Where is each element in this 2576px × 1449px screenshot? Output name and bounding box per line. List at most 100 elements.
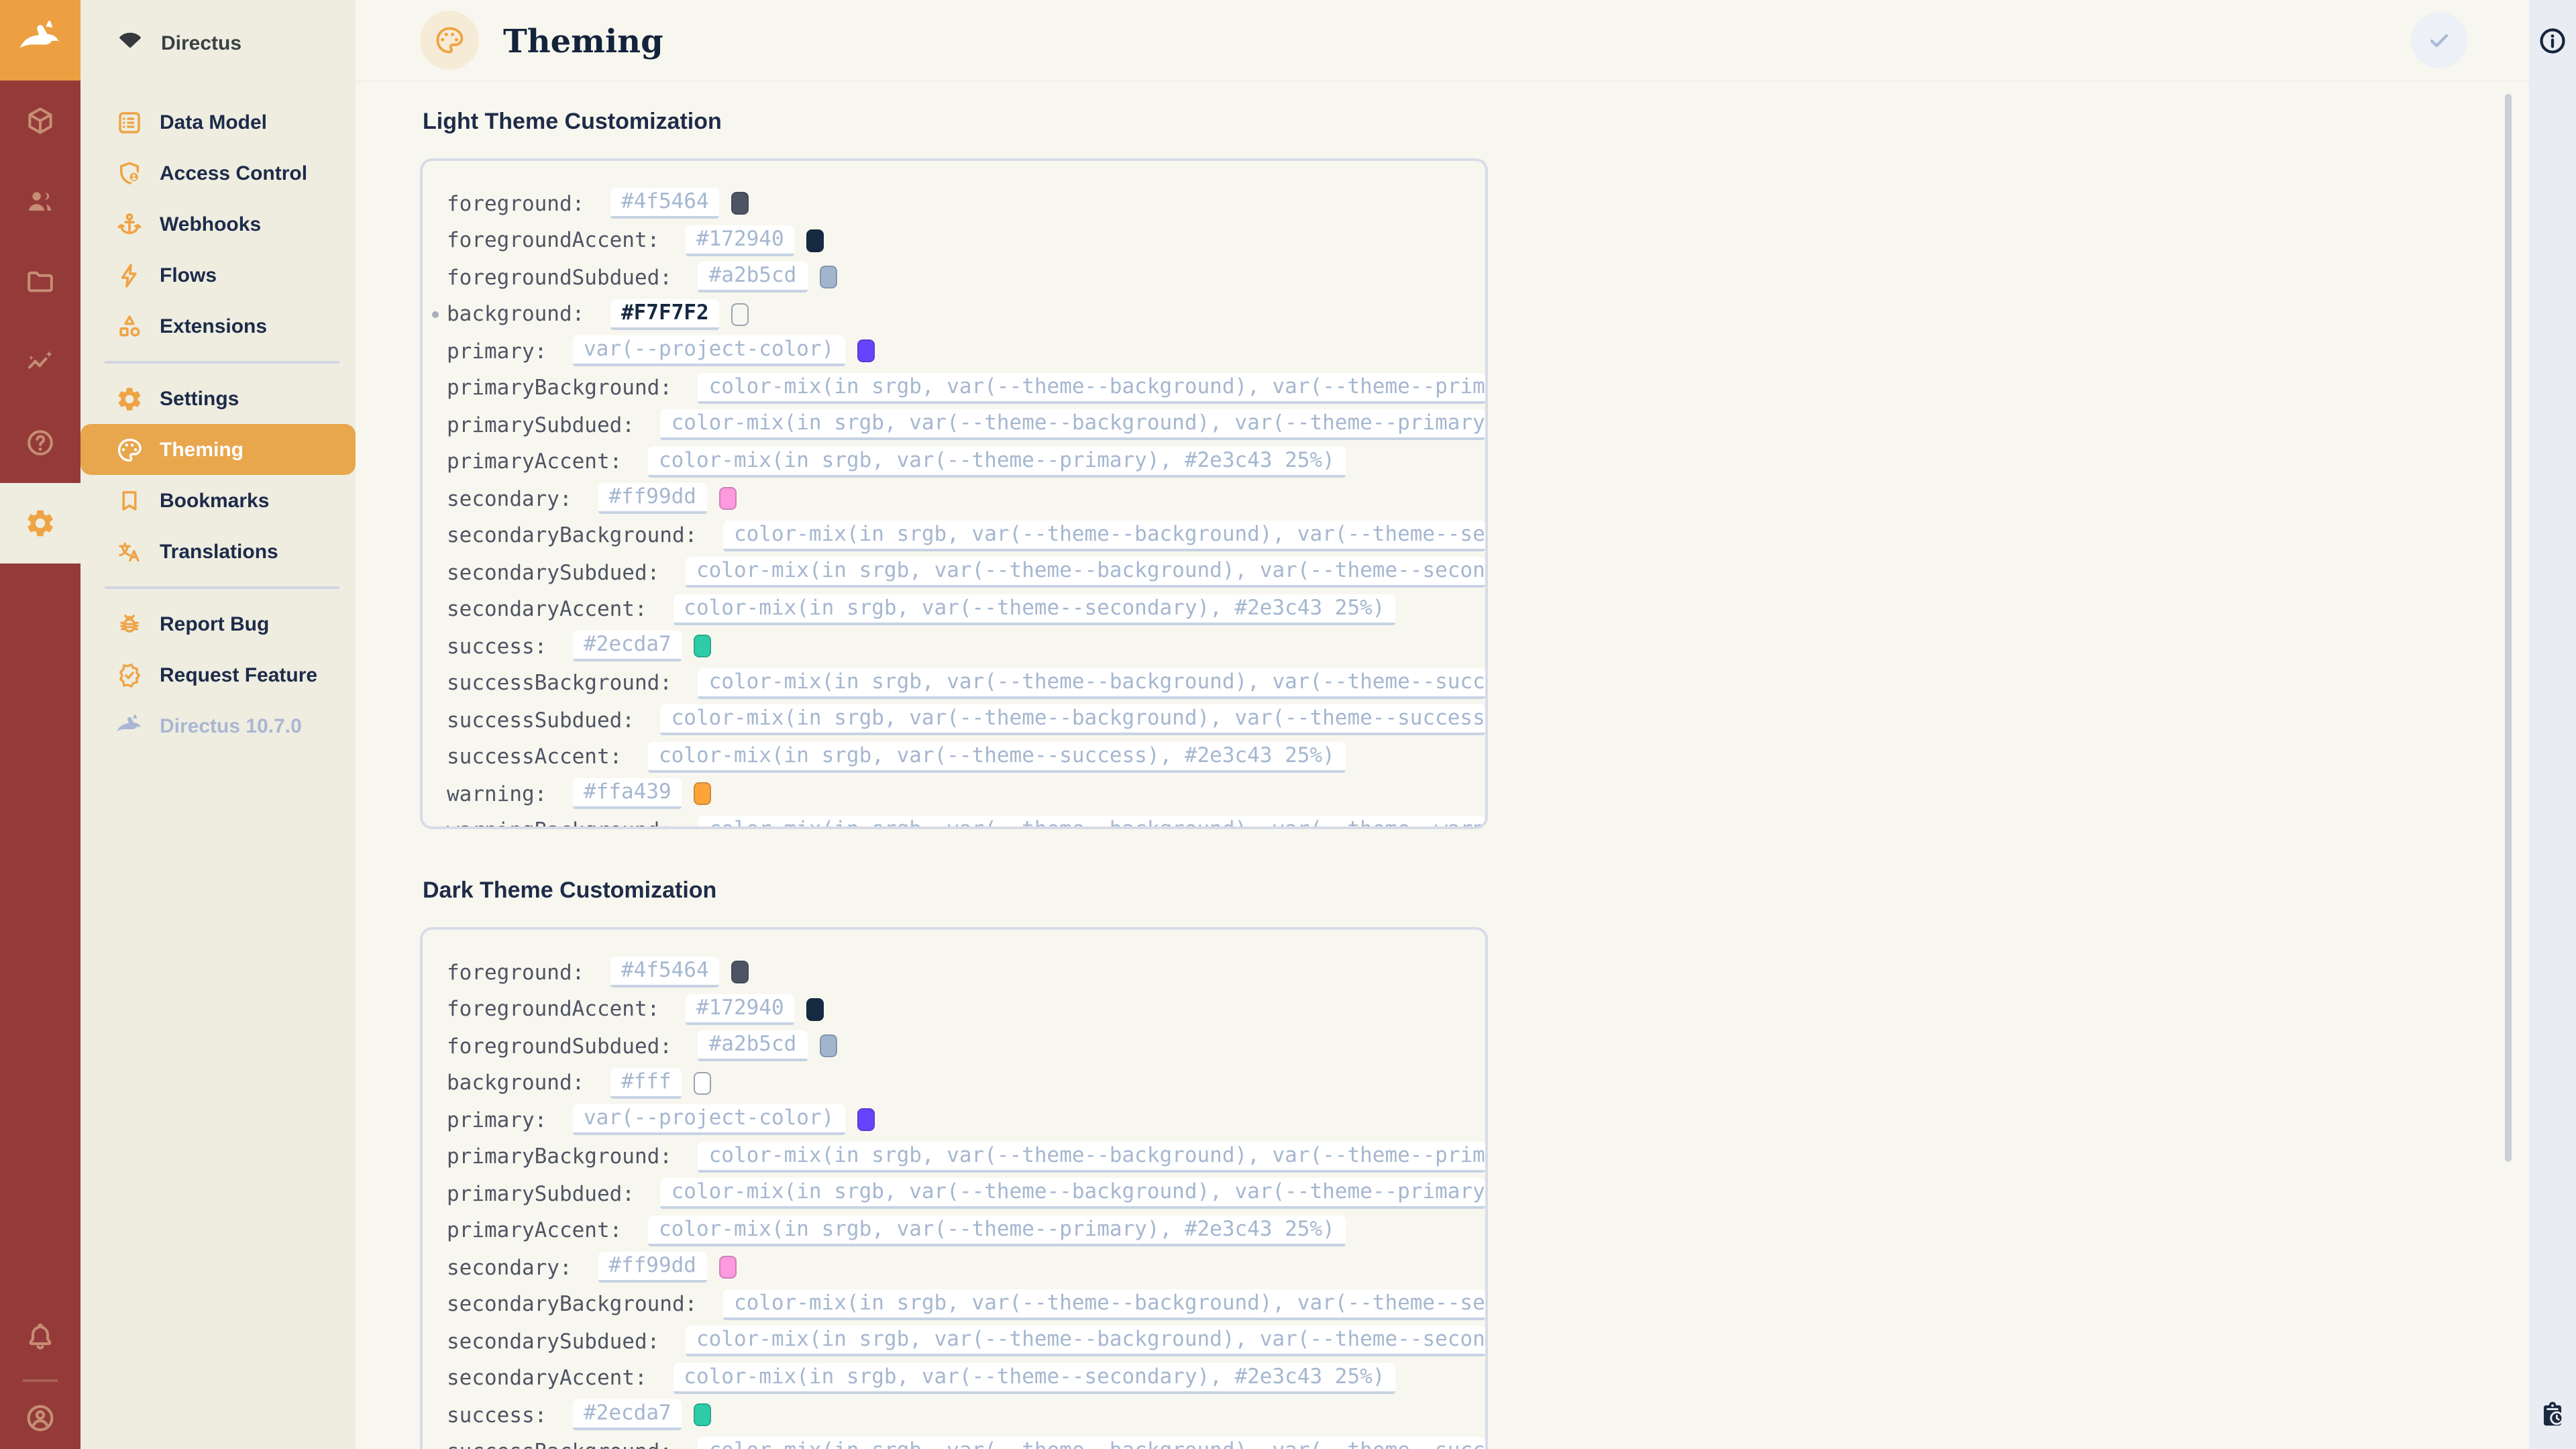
nav-item-translations[interactable]: Translations: [80, 526, 356, 577]
color-swatch[interactable]: [857, 1109, 874, 1132]
color-swatch[interactable]: [732, 303, 749, 326]
module-users[interactable]: [0, 161, 80, 241]
theme-rule-value-input[interactable]: color-mix(in srgb, var(--theme--backgrou…: [698, 373, 1485, 404]
theme-rule-value-input[interactable]: #172940: [686, 994, 795, 1025]
color-swatch[interactable]: [732, 193, 749, 215]
theme-rule-value-input[interactable]: color-mix(in srgb, var(--theme--backgrou…: [686, 557, 1485, 588]
theme-rule-value-input[interactable]: #a2b5cd: [698, 1031, 808, 1062]
module-files[interactable]: [0, 241, 80, 322]
theme-rule-value-input[interactable]: color-mix(in srgb, var(--theme--primary)…: [648, 1216, 1346, 1246]
color-swatch[interactable]: [694, 1404, 712, 1427]
theme-rule-value-input[interactable]: color-mix(in srgb, var(--theme--backgrou…: [723, 1289, 1485, 1320]
theme-rule-value-input[interactable]: var(--project-color): [573, 336, 845, 367]
color-swatch[interactable]: [732, 961, 749, 984]
nav-item-extensions[interactable]: Extensions: [80, 301, 356, 352]
nav-item-flows[interactable]: Flows: [80, 250, 356, 301]
nav-divider: [105, 586, 339, 589]
theme-rule-value-input[interactable]: color-mix(in srgb, var(--theme--backgrou…: [698, 1437, 1485, 1449]
theme-rule-value-input[interactable]: color-mix(in srgb, var(--theme--backgrou…: [686, 1326, 1485, 1357]
theme-rule-value-input[interactable]: #172940: [686, 225, 795, 256]
theme-rule-value-input[interactable]: #ff99dd: [598, 1252, 707, 1283]
theme-rule-value-input[interactable]: color-mix(in srgb, var(--theme--backgrou…: [661, 705, 1485, 736]
module-items: [0, 80, 80, 564]
theme-rule-key: primaryAccent:: [447, 1219, 635, 1243]
theme-rule-value-input[interactable]: #fff: [610, 1068, 682, 1099]
theme-rule-key: primaryBackground:: [447, 376, 685, 400]
version-rabbit-icon: [115, 712, 144, 740]
revisions-clipboard-icon[interactable]: [2537, 1399, 2568, 1430]
theme-rule-value-input[interactable]: #2ecda7: [573, 631, 682, 662]
color-swatch[interactable]: [694, 783, 712, 806]
module-insights[interactable]: [0, 322, 80, 402]
save-button[interactable]: [2411, 12, 2467, 68]
color-swatch[interactable]: [807, 998, 824, 1021]
content-scrollbar[interactable]: [2505, 94, 2512, 1162]
color-swatch[interactable]: [694, 1072, 712, 1095]
theme-rule-row: secondaryAccent: color-mix(in srgb, var(…: [447, 1360, 1485, 1397]
project-header[interactable]: Directus: [80, 0, 356, 86]
theme-rule-value-input[interactable]: var(--project-color): [573, 1105, 845, 1136]
theme-rule-row: foregroundSubdued: #a2b5cd: [447, 1028, 1485, 1065]
module-bar-bottom: [0, 1299, 80, 1449]
theme-rule-key: primaryBackground:: [447, 1145, 685, 1169]
theme-rule-key: success:: [447, 635, 559, 659]
nav-item-theming[interactable]: Theming: [80, 424, 356, 475]
light-theme-section: Light Theme Customization foreground: #4…: [420, 109, 2529, 829]
theme-rule-row: primarySubdued: color-mix(in srgb, var(-…: [447, 1175, 1485, 1212]
nav-item-report-bug[interactable]: Report Bug: [80, 598, 356, 649]
theme-rule-value-input[interactable]: #2ecda7: [573, 1400, 682, 1431]
theme-rule-row: primary: var(--project-color): [447, 1102, 1485, 1138]
section-title: Light Theme Customization: [423, 109, 2529, 136]
notifications-button[interactable]: [0, 1299, 80, 1374]
theme-rule-value-input[interactable]: #ff99dd: [598, 484, 707, 515]
theme-rule-value-input[interactable]: color-mix(in srgb, var(--theme--backgrou…: [661, 410, 1485, 441]
palette-icon: [433, 24, 466, 56]
module-settings[interactable]: [0, 483, 80, 564]
theme-rule-value-input[interactable]: #4f5464: [610, 189, 720, 219]
light-theme-editor[interactable]: foreground: #4f5464foregroundAccent: #17…: [420, 158, 1488, 829]
color-swatch[interactable]: [857, 340, 874, 363]
module-content[interactable]: [0, 80, 80, 161]
nav-item-data-model[interactable]: Data Model: [80, 97, 356, 148]
color-swatch[interactable]: [694, 635, 712, 658]
rabbit-icon: [17, 17, 63, 63]
theme-rule-key: foreground:: [447, 961, 597, 985]
info-icon[interactable]: [2537, 25, 2568, 56]
theme-rule-key: foregroundAccent:: [447, 998, 672, 1022]
theme-rule-value-input[interactable]: #ffa439: [573, 779, 682, 810]
theme-rule-value-input[interactable]: color-mix(in srgb, var(--theme--secondar…: [673, 1363, 1395, 1394]
theme-rule-value-input[interactable]: color-mix(in srgb, var(--theme--secondar…: [673, 594, 1395, 625]
nav-item-access-control[interactable]: Access Control: [80, 148, 356, 199]
nav-item-webhooks[interactable]: Webhooks: [80, 199, 356, 250]
directus-logo[interactable]: [0, 0, 80, 80]
theme-rule-value-input[interactable]: color-mix(in srgb, var(--theme--backgrou…: [723, 521, 1485, 551]
theme-rule-value-input[interactable]: #a2b5cd: [698, 262, 808, 293]
nav-item-request-feature[interactable]: Request Feature: [80, 649, 356, 700]
color-swatch[interactable]: [819, 266, 837, 289]
theme-rule-row: successSubdued: color-mix(in srgb, var(-…: [447, 702, 1485, 739]
theme-rule-value-input[interactable]: color-mix(in srgb, var(--theme--backgrou…: [698, 816, 1485, 830]
color-swatch[interactable]: [807, 229, 824, 252]
check-icon: [2423, 24, 2455, 56]
theme-rule-value-input[interactable]: color-mix(in srgb, var(--theme--primary)…: [648, 447, 1346, 478]
theme-rule-value-input[interactable]: #F7F7F2: [610, 299, 720, 330]
theme-rule-value-input[interactable]: #4f5464: [610, 957, 720, 988]
dark-theme-editor[interactable]: foreground: #4f5464 foregroundAccent: #17…: [420, 927, 1488, 1449]
theme-rule-value-input[interactable]: color-mix(in srgb, var(--theme--success)…: [648, 742, 1346, 773]
theme-rule-key: secondaryBackground:: [447, 524, 710, 548]
theme-rule-key: successSubdued:: [447, 708, 647, 733]
account-button[interactable]: [0, 1387, 80, 1449]
module-docs[interactable]: [0, 402, 80, 483]
color-swatch[interactable]: [819, 1035, 837, 1058]
section-title: Dark Theme Customization: [423, 877, 2529, 904]
theme-rule-value-input[interactable]: color-mix(in srgb, var(--theme--backgrou…: [698, 1142, 1485, 1173]
app-window: Directus Data ModelAccess ControlWebhook…: [0, 0, 2576, 1449]
nav-item-bookmarks[interactable]: Bookmarks: [80, 475, 356, 526]
theme-rule-row: foreground: #4f5464: [447, 185, 1485, 222]
theme-rule-value-input[interactable]: color-mix(in srgb, var(--theme--backgrou…: [661, 1179, 1485, 1210]
nav-item-settings[interactable]: Settings: [80, 373, 356, 424]
theme-rule-value-input[interactable]: color-mix(in srgb, var(--theme--backgrou…: [698, 668, 1485, 699]
theme-rule-row: primaryAccent: color-mix(in srgb, var(--…: [447, 1212, 1485, 1249]
color-swatch[interactable]: [719, 488, 737, 511]
color-swatch[interactable]: [719, 1256, 737, 1279]
